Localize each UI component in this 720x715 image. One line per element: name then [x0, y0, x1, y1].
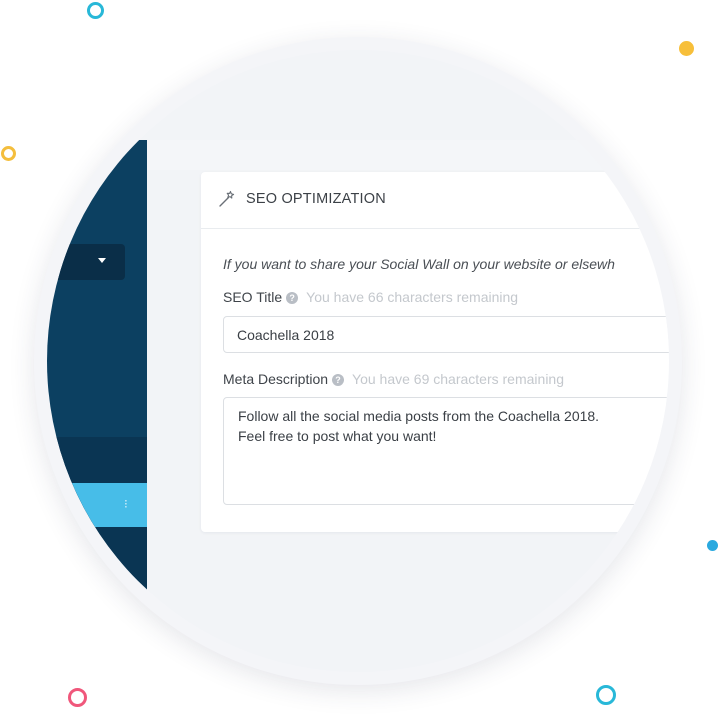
meta-description-label: Meta Description [223, 371, 329, 387]
sidebar-dropdown[interactable] [47, 244, 125, 280]
meta-description-remaining: You have 69 characters remaining [352, 371, 564, 387]
card-header: SEO OPTIMIZATION [201, 172, 669, 229]
meta-description-line: Follow all the social media posts from t… [238, 408, 600, 424]
decorative-ring [1, 146, 16, 161]
zoomed-app-view: ⁝ › SEO OPTIMIZATION If you want to shar… [47, 50, 669, 672]
sidebar-item-active[interactable]: ⁝ [47, 483, 147, 527]
dots-icon: ⁝ [124, 497, 128, 511]
decorative-dot [679, 41, 694, 56]
seo-title-label-row: SEO Title? You have 66 characters remaini… [223, 289, 518, 305]
decorative-dot [707, 540, 718, 551]
seo-title-input[interactable]: Coachella 2018 [223, 316, 669, 353]
seo-optimization-card: SEO OPTIMIZATION If you want to share yo… [201, 172, 669, 532]
sidebar-footer[interactable]: › [47, 640, 147, 672]
seo-title-label: SEO Title [223, 289, 283, 305]
decorative-ring [596, 685, 616, 705]
caret-down-icon [98, 258, 106, 263]
sidebar-section [47, 437, 147, 640]
seo-title-value: Coachella 2018 [237, 327, 335, 343]
sidebar: ⁝ › [47, 140, 147, 672]
chevron-right-icon: › [124, 652, 130, 669]
meta-description-line: Feel free to post what you want! [238, 428, 437, 444]
question-circle-icon[interactable]: ? [332, 374, 345, 386]
decorative-ring [68, 688, 87, 707]
meta-description-textarea[interactable]: Follow all the social media posts from t… [223, 397, 669, 505]
card-title: SEO OPTIMIZATION [246, 191, 386, 207]
meta-description-label-row: Meta Description? You have 69 characters … [223, 371, 564, 387]
main-top-bar [147, 140, 669, 170]
seo-title-remaining: You have 66 characters remaining [306, 289, 519, 305]
decorative-ring [87, 2, 104, 19]
intro-text: If you want to share your Social Wall on… [223, 256, 615, 272]
magic-wand-icon [219, 190, 235, 207]
question-circle-icon[interactable]: ? [286, 292, 299, 304]
screenshot-stage: ⁝ › SEO OPTIMIZATION If you want to shar… [0, 0, 720, 715]
